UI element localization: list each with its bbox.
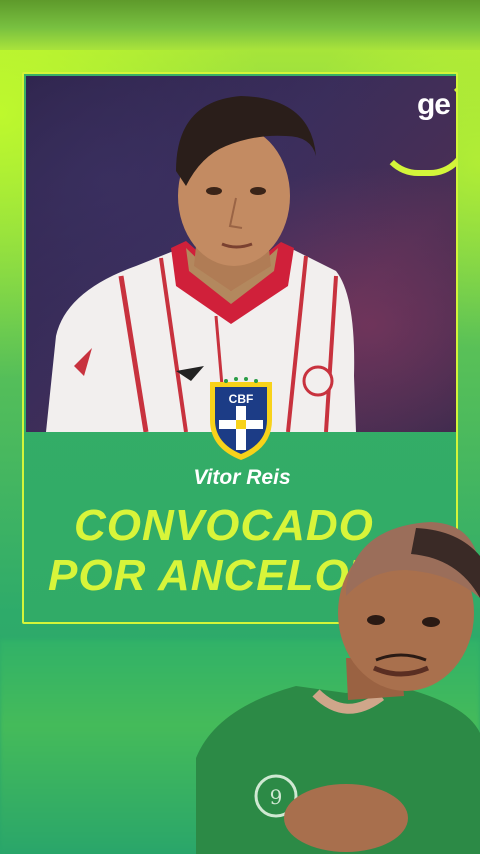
ge-logo-icon: ge xyxy=(416,88,451,121)
cbf-crest-icon: CBF xyxy=(210,377,272,460)
top-band xyxy=(0,0,480,50)
svg-text:9: 9 xyxy=(270,785,283,809)
cbf-badge-text: CBF xyxy=(229,392,254,406)
webcam-overlay: 9 xyxy=(196,518,480,854)
player-name: Vitor Reis xyxy=(193,466,291,489)
presenter-video: 9 xyxy=(196,522,480,854)
